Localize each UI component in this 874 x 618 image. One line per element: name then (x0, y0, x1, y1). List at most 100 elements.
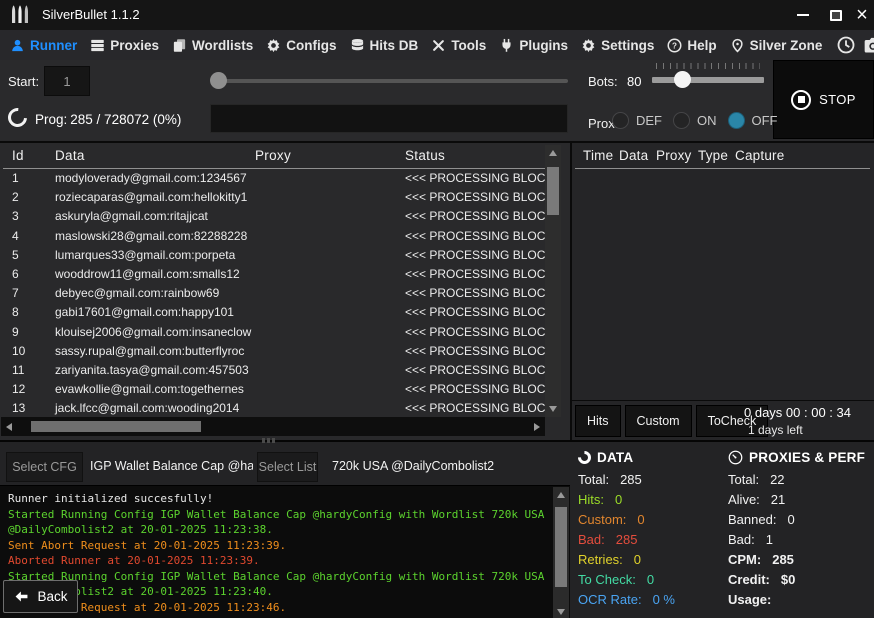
progress-bar (210, 104, 568, 133)
column-header-id[interactable]: Id (12, 148, 24, 163)
screenshot-button[interactable] (862, 34, 874, 56)
panel-title: PROXIES & PERF (749, 450, 865, 465)
maximize-button[interactable] (820, 0, 852, 30)
table-row[interactable]: 11zariyanita.tasya@gmail.com:457503<<< P… (4, 363, 545, 382)
prog-label: Prog: (35, 112, 67, 127)
row-id: 9 (12, 325, 19, 339)
bots-slider[interactable] (652, 63, 764, 97)
back-button[interactable]: Back (3, 580, 78, 613)
column-header-type[interactable]: Type (698, 148, 728, 163)
scrollbar-thumb[interactable] (31, 421, 201, 432)
start-slider-handle[interactable] (210, 72, 227, 89)
column-header-proxy[interactable]: Proxy (255, 148, 291, 163)
stat-label: Hits: (578, 492, 604, 507)
history-button[interactable] (835, 34, 857, 56)
progress-text: Prog: 285 / 728072 (0%) (35, 112, 181, 127)
nav-item-tools[interactable]: Tools (431, 38, 486, 53)
custom-tab[interactable]: Custom (625, 405, 692, 437)
prox-on-radio[interactable] (673, 112, 690, 129)
select-list-button[interactable]: Select List (257, 452, 318, 482)
stat-label: Credit: (728, 572, 770, 587)
table-row[interactable]: 6wooddrow11@gmail.com:smalls12<<< PROCES… (4, 267, 545, 286)
stop-label: STOP (819, 92, 856, 107)
stat-value: 0 (615, 492, 622, 507)
log-vertical-scrollbar[interactable] (553, 487, 569, 618)
scroll-up-button[interactable] (553, 487, 569, 503)
minimize-button[interactable] (786, 0, 820, 30)
nav-item-hits-db[interactable]: Hits DB (350, 38, 419, 53)
start-input[interactable]: 1 (44, 66, 90, 96)
nav-label: Plugins (519, 38, 568, 53)
table-row[interactable]: 4maslowski28@gmail.com:82288228<<< PROCE… (4, 229, 545, 248)
stop-button[interactable]: STOP (773, 60, 874, 139)
results-horizontal-scrollbar[interactable] (1, 417, 545, 436)
row-id: 13 (12, 401, 25, 415)
close-button[interactable]: × (850, 0, 874, 30)
column-header-proxy[interactable]: Proxy (656, 148, 692, 163)
database-icon (350, 38, 365, 53)
row-data: jack.lfcc@gmail.com:wooding2014 (55, 401, 239, 415)
data-stats-panel: DATA Total:285Hits:0Custom:0Bad:285Retri… (578, 448, 724, 606)
select-cfg-button[interactable]: Select CFG (6, 452, 83, 482)
table-row[interactable]: 5lumarques33@gmail.com:porpeta<<< PROCES… (4, 248, 545, 267)
nav-item-runner[interactable]: Runner (10, 38, 77, 53)
hits-tab[interactable]: Hits (575, 405, 621, 437)
column-header-time[interactable]: Time (583, 148, 613, 163)
prox-option-def[interactable]: DEF (612, 112, 662, 129)
prox-radio-group: DEF ON OFF (612, 112, 778, 129)
nav-item-wordlists[interactable]: Wordlists (172, 38, 253, 53)
prox-option-on[interactable]: ON (673, 112, 717, 129)
table-row[interactable]: 9klouisej2006@gmail.com:insaneclow<<< PR… (4, 325, 545, 344)
table-row[interactable]: 10sassy.rupal@gmail.com:butterflyroc<<< … (4, 344, 545, 363)
row-data: roziecaparas@gmail.com:hellokitty1 (55, 190, 247, 204)
nav-item-configs[interactable]: Configs (266, 38, 336, 53)
scroll-left-button[interactable] (1, 417, 17, 436)
table-row[interactable]: 12evawkollie@gmail.com:togethernes<<< PR… (4, 382, 545, 401)
prox-option-off[interactable]: OFF (728, 112, 778, 129)
prox-def-radio[interactable] (612, 112, 629, 129)
slider-ticks (656, 63, 760, 69)
bots-slider-handle[interactable] (674, 71, 691, 88)
plug-icon (499, 38, 514, 53)
nav-item-settings[interactable]: Settings (581, 38, 654, 53)
scrollbar-thumb[interactable] (555, 507, 567, 587)
column-header-data[interactable]: Data (55, 148, 85, 163)
bots-slider-track[interactable] (652, 77, 764, 83)
table-row[interactable]: 1modyloverady@gmail.com:1234567<<< PROCE… (4, 171, 545, 190)
stat-label: Retries: (578, 552, 623, 567)
bots-value: 80 (627, 74, 641, 89)
arrow-down-icon (549, 406, 557, 412)
nav-item-silver-zone[interactable]: Silver Zone (730, 38, 823, 53)
table-row[interactable]: 8gabi17601@gmail.com:happy101<<< PROCESS… (4, 305, 545, 324)
scrollbar-thumb[interactable] (547, 167, 559, 215)
splitter-grip[interactable] (262, 438, 276, 443)
column-header-capture[interactable]: Capture (735, 148, 784, 163)
start-slider-track[interactable] (215, 79, 568, 83)
nav-item-plugins[interactable]: Plugins (499, 38, 568, 53)
proxy-stats: Total:22Alive:21Banned:0Bad:1CPM:285Cred… (728, 473, 874, 607)
table-row[interactable]: 7debyec@gmail.com:rainbow69<<< PROCESSIN… (4, 286, 545, 305)
scroll-down-button[interactable] (553, 604, 569, 618)
row-data: maslowski28@gmail.com:82288228 (55, 229, 247, 243)
results-vertical-scrollbar[interactable] (545, 145, 561, 417)
stat-label: Banned: (728, 512, 776, 527)
table-row[interactable]: 13jack.lfcc@gmail.com:wooding2014<<< PRO… (4, 401, 545, 417)
log-line: Started Running Config IGP Wallet Balanc… (8, 569, 548, 600)
selected-wordlist-value: 720k USA @DailyCombolist2 (332, 459, 494, 473)
nav-item-help[interactable]: ? Help (667, 38, 716, 53)
stat-value: 1 (766, 532, 773, 547)
scroll-right-button[interactable] (529, 417, 545, 436)
column-header-data[interactable]: Data (619, 148, 648, 163)
elapsed-time: 0 days 00 : 00 : 34 (744, 405, 851, 420)
table-row[interactable]: 2roziecaparas@gmail.com:hellokitty1<<< P… (4, 190, 545, 209)
scroll-down-button[interactable] (545, 401, 561, 417)
row-status: <<< PROCESSING BLOCK (405, 344, 545, 358)
scroll-up-button[interactable] (545, 145, 561, 161)
row-status: <<< PROCESSING BLOCK (405, 382, 545, 396)
column-header-status[interactable]: Status (405, 148, 445, 163)
nav-item-proxies[interactable]: Proxies (90, 38, 159, 53)
wordlists-icon (172, 38, 187, 53)
stat-row: Bad:1 (728, 533, 874, 547)
prox-off-radio[interactable] (728, 112, 745, 129)
table-row[interactable]: 3askuryla@gmail.com:ritajjcat<<< PROCESS… (4, 209, 545, 228)
